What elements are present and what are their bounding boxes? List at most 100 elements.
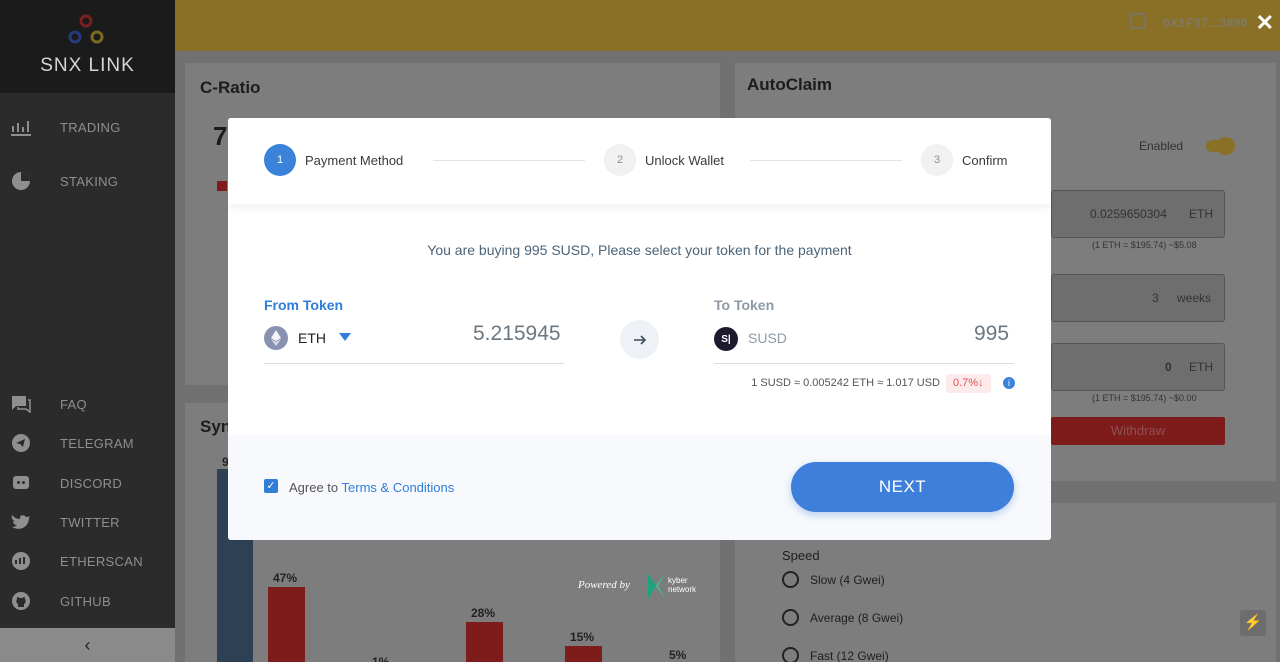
close-icon[interactable]: ✕ [1256,10,1274,36]
terms-link[interactable]: Terms & Conditions [342,480,455,495]
eth-amount-value: 0.0259650304 [1090,207,1167,221]
synth-bar [565,645,602,662]
sidebar-item-label: FAQ [60,396,87,412]
zero-eth-value: 0 [1165,360,1172,374]
buying-text: You are buying 995 SUSD, Please select y… [427,242,852,258]
from-amount-input[interactable]: 5.215945 [473,322,561,346]
step-1-circle: 1 [264,144,296,176]
modal-footer: ✓ Agree to Terms & Conditions NEXT [228,435,1051,540]
sidebar-item-twitter[interactable]: TWITTER [0,505,175,539]
synth-bar [268,587,305,662]
speed-fast-radio[interactable] [782,647,799,662]
from-token-title: From Token [264,297,344,313]
top-bar: 0X1F37...3890 [175,0,1280,51]
sidebar-item-faq[interactable]: FAQ [0,387,175,421]
etherscan-icon [10,550,32,572]
sidebar-item-staking[interactable]: STAKING [0,164,175,198]
kyber-text-1: kyber [668,576,688,585]
powered-by-label: Powered by [578,579,630,591]
sidebar-item-label: DISCORD [60,475,123,491]
rate-change-badge: 0.7%↓ [946,374,991,393]
bolt-icon[interactable]: ⚡ [1240,610,1266,636]
exchange-rate-text: 1 SUSD ≈ 0.005242 ETH ≈ 1.017 USD [751,377,940,389]
speed-fast-label: Fast (12 Gwei) [810,649,889,662]
enabled-toggle-knob [1217,137,1235,155]
eth-icon [264,326,288,350]
sidebar-item-label: ETHERSCAN [60,553,143,569]
synth-bar-label: 47% [273,571,298,585]
wallet-icon [1130,13,1146,29]
step-2-label: Unlock Wallet [645,153,724,168]
sidebar: SNX LINK TRADING STAKING FAQ TELEGRAM DI… [0,0,175,662]
to-amount-value: 995 [974,322,1010,345]
discord-icon [10,472,32,494]
to-token-title: To Token [714,297,775,313]
synth-title: Syn [200,417,232,436]
step-1-label: Payment Method [305,153,404,168]
agree-prefix: Agree to [289,480,339,495]
kyber-logo-icon [648,573,665,599]
step-2-circle: 2 [604,144,636,176]
chevron-down-icon[interactable] [339,333,351,341]
logo[interactable]: SNX LINK [0,0,175,93]
synth-bar-label: 1% [372,655,390,662]
sidebar-item-trading[interactable]: TRADING [0,110,175,144]
withdraw-button[interactable]: Withdraw [1051,417,1225,445]
eth-rate-note-1: (1 ETH = $195.74) ~$5.08 [1092,240,1197,250]
twitter-icon [10,511,32,533]
synth-bar [466,621,503,662]
next-button[interactable]: NEXT [791,462,1014,512]
info-icon[interactable]: i [1003,377,1015,389]
cratio-value: 7 [213,121,228,151]
eth-rate-note-2: (1 ETH = $195.74) ~$0.00 [1092,393,1197,403]
staking-pie-icon [10,170,32,192]
sidebar-item-label: STAKING [60,173,119,189]
from-token-select[interactable]: ETH [298,330,326,346]
synth-bar-label: 15% [570,629,595,644]
speed-title: Speed [782,548,820,563]
sidebar-item-label: TRADING [60,119,121,135]
susd-icon: S| [714,327,738,351]
arrow-right-icon [620,320,659,359]
kyber-network-label: kyber network [668,576,696,594]
speed-slow-label: Slow (4 Gwei) [810,573,885,587]
sidebar-item-github[interactable]: GITHUB [0,584,175,618]
sidebar-item-discord[interactable]: DISCORD [0,466,175,500]
weeks-unit: weeks [1177,291,1212,305]
payment-modal: 1 Payment Method 2 Unlock Wallet 3 Confi… [228,118,1051,540]
logo-text: SNX LINK [40,55,135,76]
to-token-label: SUSD [748,330,787,346]
eth-amount-unit: ETH [1189,207,1213,221]
wallet-address[interactable]: 0X1F37...3890 [1163,16,1248,30]
gears-logo-icon [68,14,104,44]
sidebar-item-label: GITHUB [60,593,111,609]
trading-chart-icon [10,116,32,138]
synth-bar-label: 5% [669,647,687,662]
telegram-icon [10,432,32,454]
from-field-underline [264,363,564,364]
to-field-underline [714,363,1014,364]
sidebar-item-label: TWITTER [60,514,120,530]
step-3-label: Confirm [962,153,1008,168]
sidebar-item-telegram[interactable]: TELEGRAM [0,426,175,460]
sidebar-item-etherscan[interactable]: ETHERSCAN [0,544,175,578]
enabled-label: Enabled [1139,139,1184,153]
github-icon [10,590,32,612]
sidebar-item-label: TELEGRAM [60,435,134,451]
speed-average-label: Average (8 Gwei) [810,611,904,625]
collapse-sidebar-button[interactable]: ‹ [0,628,175,662]
speed-slow-radio[interactable] [782,571,799,588]
cratio-title: C-Ratio [200,78,261,97]
synth-bar-label: 28% [471,605,496,620]
stepper: 1 Payment Method 2 Unlock Wallet 3 Confi… [228,118,1051,204]
step-3-circle: 3 [921,144,953,176]
zero-eth-unit: ETH [1189,360,1213,374]
agree-text: Agree to Terms & Conditions [289,480,454,495]
kyber-text-2: network [668,585,697,594]
agree-checkbox[interactable]: ✓ [264,479,278,493]
autoclaim-title: AutoClaim [747,75,832,94]
step-connector [433,160,585,161]
speed-average-radio[interactable] [782,609,799,626]
cratio-bar [217,181,227,191]
weeks-value: 3 [1152,291,1159,305]
